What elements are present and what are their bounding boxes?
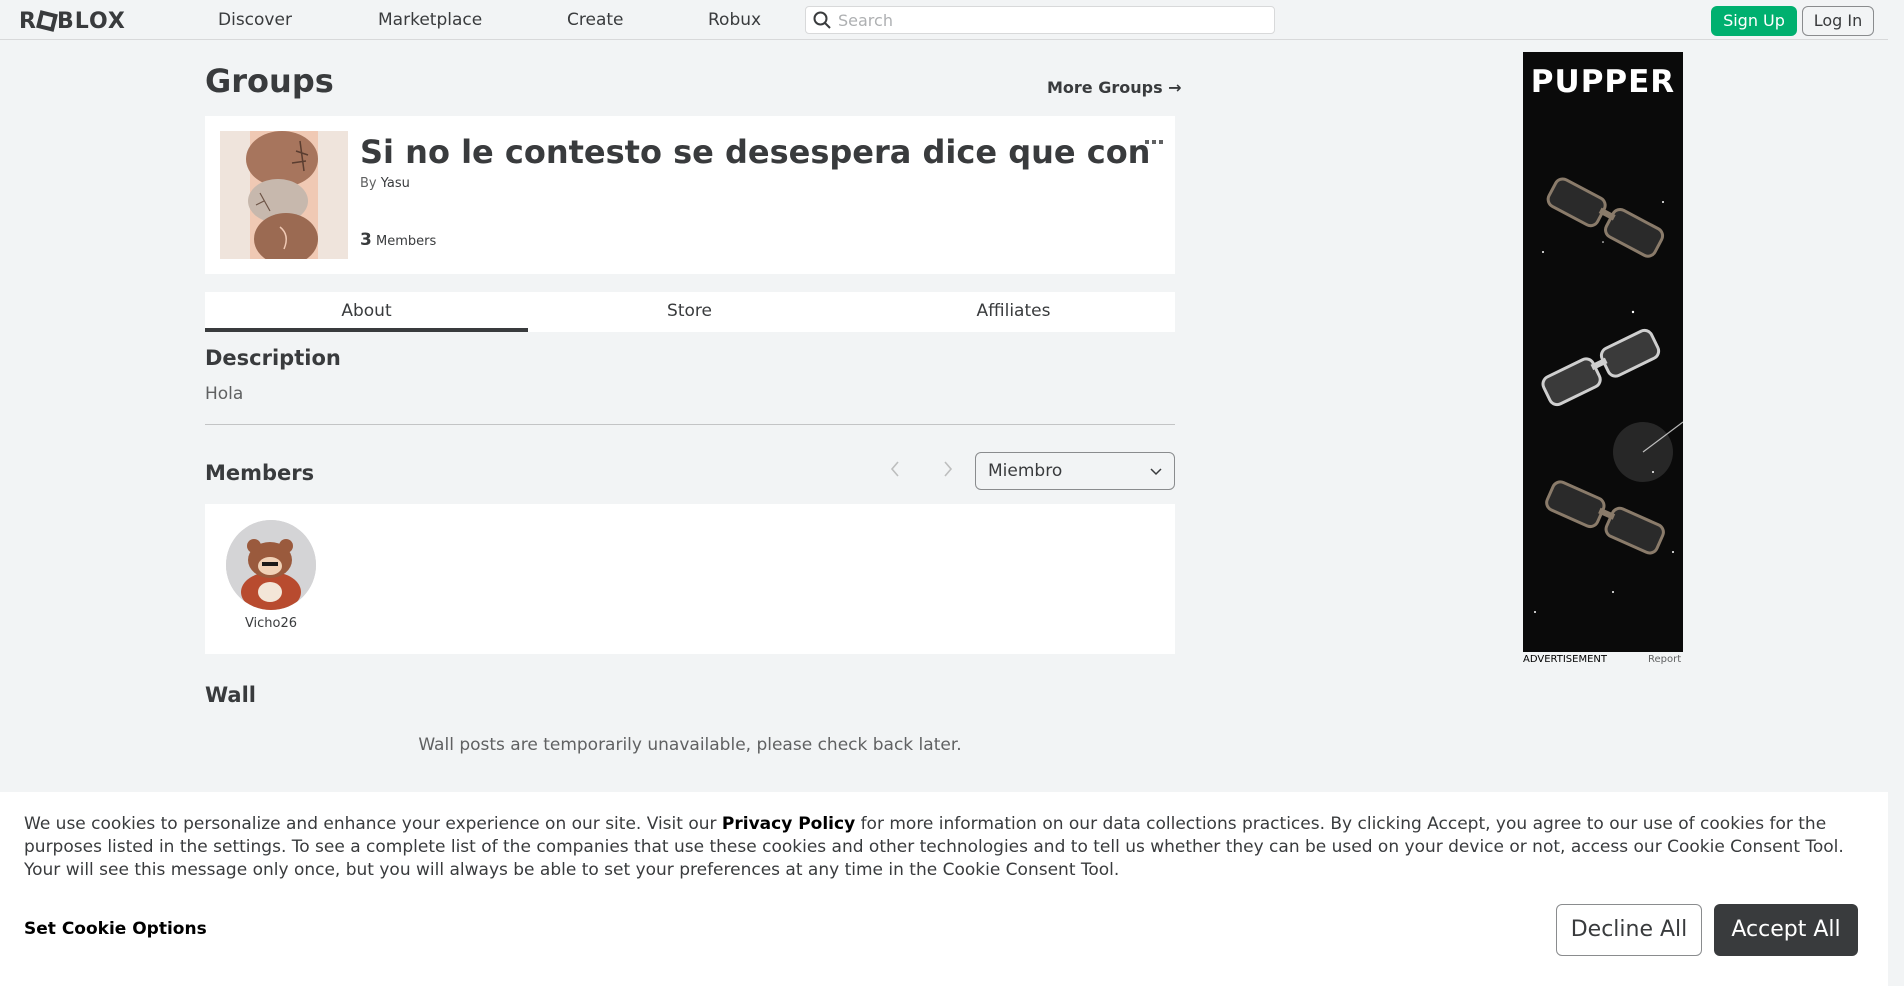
cookie-message: We use cookies to personalize and enhanc… — [24, 813, 1864, 882]
nav-link-create[interactable]: Create — [567, 10, 624, 30]
sign-up-button[interactable]: Sign Up — [1711, 6, 1797, 36]
description-text: Hola — [205, 384, 244, 404]
report-ad-link[interactable]: Report — [1648, 654, 1681, 665]
advertisement-label: ADVERTISEMENT — [1523, 654, 1608, 665]
page-title: Groups — [205, 62, 334, 100]
ellipsis-icon[interactable] — [1145, 130, 1163, 149]
avatar[interactable] — [226, 520, 316, 610]
description-heading: Description — [205, 346, 341, 370]
accept-all-button[interactable]: Accept All — [1714, 904, 1858, 956]
group-header-card: Si no le contesto se desespera dice que … — [205, 116, 1175, 274]
wall-unavailable-message: Wall posts are temporarily unavailable, … — [418, 735, 962, 755]
search-box — [805, 6, 1275, 34]
member-count-label: Members — [375, 234, 437, 249]
role-dropdown[interactable]: Miembro — [975, 452, 1175, 490]
chevron-right-icon[interactable] — [943, 458, 953, 482]
nav-link-robux[interactable]: Robux — [708, 10, 761, 30]
wall-heading: Wall — [205, 683, 256, 707]
member-card[interactable]: Vicho26 — [226, 520, 316, 631]
cookie-consent-banner: We use cookies to personalize and enhanc… — [0, 792, 1888, 986]
members-heading: Members — [205, 461, 315, 485]
member-name[interactable]: Vicho26 — [226, 616, 316, 631]
privacy-policy-link[interactable]: Privacy Policy — [722, 814, 855, 834]
search-input[interactable] — [838, 10, 1258, 30]
tab-store[interactable]: Store — [528, 292, 851, 332]
owner-label: By — [360, 176, 377, 191]
member-count-value: 3 — [360, 230, 372, 250]
group-owner: By Yasu — [360, 176, 410, 191]
chevron-left-icon[interactable] — [890, 458, 900, 482]
role-dropdown-value: Miembro — [988, 461, 1063, 481]
owner-link[interactable]: Yasu — [381, 176, 410, 191]
chevron-down-icon — [1150, 453, 1162, 489]
advertisement-banner[interactable]: PUPPER — [1523, 52, 1683, 652]
cookie-text-part-1: We use cookies to personalize and enhanc… — [24, 814, 722, 834]
section-divider — [205, 424, 1175, 425]
group-tabs: About Store Affiliates — [205, 292, 1175, 332]
ad-graphic — [1534, 177, 1683, 613]
tab-about[interactable]: About — [205, 292, 528, 332]
group-member-count: 3 Members — [360, 230, 436, 250]
group-emblem-image — [220, 131, 348, 259]
decline-all-button[interactable]: Decline All — [1556, 904, 1702, 956]
log-in-button[interactable]: Log In — [1802, 6, 1874, 36]
members-list: Vicho26 — [205, 504, 1175, 654]
group-name: Si no le contesto se desespera dice que … — [360, 133, 1150, 171]
set-cookie-options-link[interactable]: Set Cookie Options — [24, 919, 207, 939]
search-icon — [813, 11, 831, 33]
roblox-logo[interactable]: R BLOX — [19, 9, 126, 34]
nav-link-marketplace[interactable]: Marketplace — [378, 10, 482, 30]
more-groups-link[interactable]: More Groups → — [1047, 78, 1182, 97]
top-navigation: R BLOX Discover Marketplace Create Robux … — [0, 0, 1888, 40]
nav-link-discover[interactable]: Discover — [218, 10, 292, 30]
tab-affiliates[interactable]: Affiliates — [852, 292, 1175, 332]
